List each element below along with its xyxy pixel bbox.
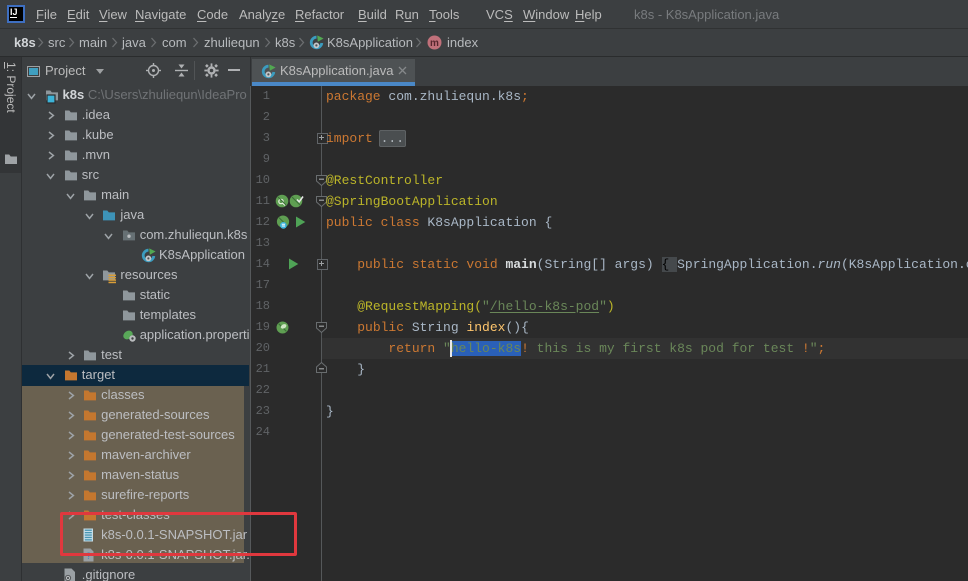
svg-text:m: m (430, 38, 439, 49)
